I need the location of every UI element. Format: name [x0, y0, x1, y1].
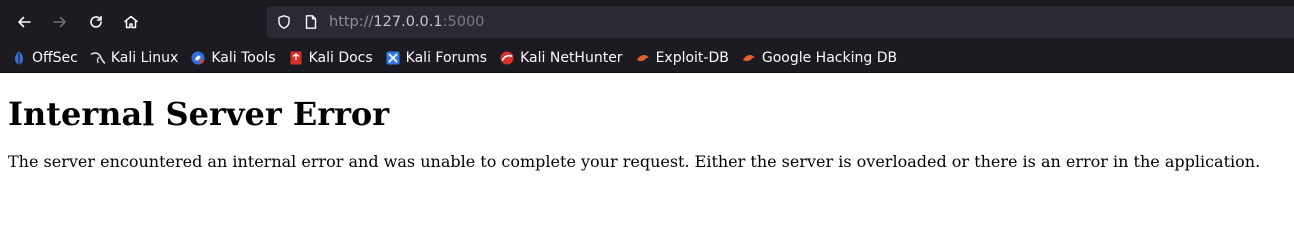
bookmark-label: Kali Linux — [110, 50, 179, 66]
bookmark-label: Kali NetHunter — [520, 50, 623, 66]
reload-icon — [90, 15, 102, 28]
bookmarks-toolbar: OffSec Kali Linux Kali Tools Kali Docs K… — [0, 44, 1294, 72]
page-title: Internal Server Error — [8, 95, 390, 133]
home-icon — [124, 15, 138, 29]
url-host: 127.0.0.1 — [373, 14, 443, 30]
arrow-right-icon — [53, 16, 66, 28]
bookmark-kali-nethunter[interactable]: Kali NetHunter — [499, 46, 623, 70]
bookmark-label: Exploit-DB — [655, 50, 729, 66]
offsec-icon — [11, 50, 27, 66]
exploit-db-icon — [635, 50, 651, 66]
bookmark-offsec[interactable]: OffSec — [11, 46, 78, 70]
bookmark-label: Kali Tools — [211, 50, 276, 66]
bookmark-google-hacking-db[interactable]: Google Hacking DB — [741, 46, 897, 70]
url-port: :5000 — [442, 14, 485, 30]
kali-tools-icon — [190, 50, 206, 66]
shield-icon[interactable] — [275, 13, 293, 31]
arrow-left-icon — [18, 16, 31, 28]
error-message: The server encountered an internal error… — [8, 152, 1261, 171]
bookmark-kali-docs[interactable]: Kali Docs — [288, 46, 373, 70]
bookmark-label: Kali Forums — [405, 50, 488, 66]
kali-dragon-icon — [90, 50, 106, 66]
browser-chrome: http://127.0.0.1:5000 OffSec Kali Linux — [0, 0, 1294, 73]
address-bar[interactable]: http://127.0.0.1:5000 — [267, 6, 1294, 38]
page-content: Internal Server Error The server encount… — [0, 95, 1294, 172]
bookmark-kali-forums[interactable]: Kali Forums — [385, 46, 487, 70]
back-button[interactable] — [10, 8, 38, 36]
home-button[interactable] — [117, 8, 145, 36]
url-scheme: http:// — [329, 14, 374, 30]
reload-button[interactable] — [82, 8, 110, 36]
url-text[interactable]: http://127.0.0.1:5000 — [329, 13, 484, 31]
bookmark-kali-tools[interactable]: Kali Tools — [190, 46, 276, 70]
bookmark-label: Kali Docs — [308, 50, 373, 66]
forward-button[interactable] — [46, 8, 74, 36]
google-hacking-db-icon — [741, 50, 757, 66]
toolbar-divider — [0, 72, 1294, 73]
kali-docs-icon — [288, 50, 304, 66]
bookmark-label: OffSec — [32, 50, 78, 66]
bookmark-exploit-db[interactable]: Exploit-DB — [635, 46, 729, 70]
bookmark-kali-linux[interactable]: Kali Linux — [90, 46, 178, 70]
page-icon[interactable] — [302, 13, 320, 31]
bookmark-label: Google Hacking DB — [761, 50, 898, 66]
navigation-toolbar: http://127.0.0.1:5000 — [0, 0, 1294, 44]
kali-nethunter-icon — [499, 50, 515, 66]
kali-forums-icon — [385, 50, 401, 66]
